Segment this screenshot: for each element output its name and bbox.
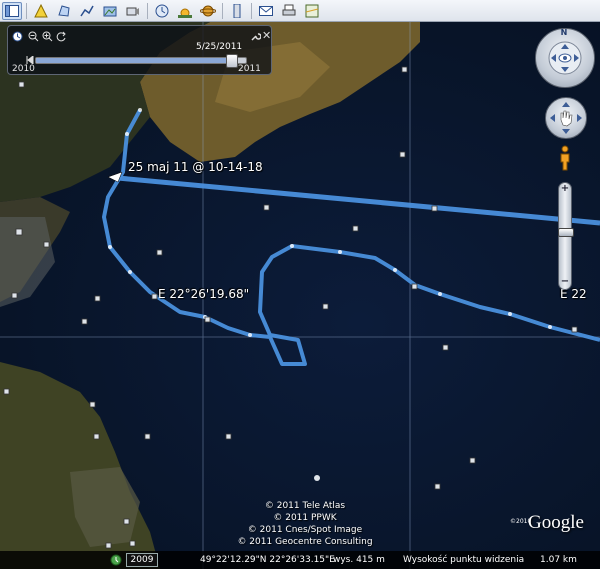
elevation-readout: wys. 415 m	[333, 555, 385, 565]
copyright-notice: © 2011 Tele Atlas © 2011 PPWK © 2011 Cne…	[230, 500, 380, 548]
look-around-control[interactable]: N	[535, 28, 595, 88]
gps-track	[102, 109, 600, 366]
zoom-out-time-icon[interactable]	[28, 31, 39, 42]
copyright-line: © 2011 Cnes/Spot Image	[247, 525, 363, 535]
end-year-label: 2011	[238, 64, 261, 74]
land-southwest	[0, 362, 160, 569]
track-line-straight	[117, 175, 600, 226]
ruler-icon[interactable]	[227, 2, 247, 20]
skip-back-icon[interactable]	[26, 56, 34, 64]
sunlight-icon[interactable]	[175, 2, 195, 20]
look-arrows-icon	[548, 41, 582, 75]
brand-name: Google	[528, 512, 584, 533]
loop-icon[interactable]	[56, 31, 67, 42]
zoom-slider[interactable]: + −	[558, 182, 574, 290]
pointer-coordinates: 49°22'12.29"N 22°26'33.15"E	[200, 555, 335, 565]
map-viewport[interactable]: 25 maj 11 @ 10-14-18 E 22°26'19.68" E 22…	[0, 22, 600, 569]
hand-pan-icon	[550, 102, 582, 134]
zoom-slider-thumb[interactable]	[558, 228, 574, 237]
record-tour-icon[interactable]	[123, 2, 143, 20]
toolbar-separator	[26, 2, 27, 19]
toolbar-separator	[147, 2, 148, 19]
status-bar: 2009 49°22'12.29"N 22°26'33.15"E wys. 41…	[0, 551, 600, 569]
view-in-maps-icon[interactable]	[302, 2, 322, 20]
zoom-in-button[interactable]: +	[560, 184, 570, 194]
add-image-overlay-icon[interactable]	[100, 2, 120, 20]
toolbar	[0, 0, 600, 22]
email-icon[interactable]	[256, 2, 276, 20]
longitude-marker-label[interactable]: E 22°26'19.68"	[158, 287, 249, 301]
add-polygon-icon[interactable]	[54, 2, 74, 20]
time-slider-track[interactable]	[35, 54, 247, 68]
switch-to-sky-icon[interactable]	[198, 2, 218, 20]
time-slider-panel: ✕ 5/25/2011 2010 2011	[7, 25, 272, 75]
water-marker	[314, 475, 320, 481]
imagery-date-icon[interactable]	[110, 554, 122, 566]
wrench-icon[interactable]	[250, 31, 261, 42]
eye-altitude-label: Wysokość punktu widzenia	[403, 555, 525, 565]
move-control[interactable]	[545, 97, 587, 139]
time-slider-fill	[36, 58, 231, 63]
time-slider-thumb[interactable]	[226, 54, 238, 68]
toolbar-separator	[251, 2, 252, 19]
sidebar-toggle-icon[interactable]	[2, 1, 22, 20]
copyright-line: © 2011 PPWK	[273, 513, 337, 523]
start-year-label: 2010	[12, 64, 35, 74]
add-path-icon[interactable]	[77, 2, 97, 20]
historical-imagery-icon[interactable]	[152, 2, 172, 20]
copyright-line: © 2011 Tele Atlas	[264, 501, 346, 511]
print-icon[interactable]	[279, 2, 299, 20]
street-view-pegman-icon[interactable]	[558, 145, 572, 171]
current-date-label: 5/25/2011	[196, 42, 243, 52]
eye-altitude-value: 1.07 km	[540, 555, 577, 565]
zoom-out-button[interactable]: −	[560, 277, 570, 287]
map-imagery	[0, 22, 600, 569]
imagery-year: 2009	[126, 553, 158, 567]
toolbar-separator	[222, 2, 223, 19]
copyright-line: © 2011 Geocentre Consulting	[237, 537, 373, 547]
clock-icon[interactable]	[12, 31, 23, 42]
zoom-in-time-icon[interactable]	[42, 31, 53, 42]
track-timestamp-label[interactable]: 25 maj 11 @ 10-14-18	[128, 160, 263, 174]
add-placemark-icon[interactable]	[31, 2, 51, 20]
close-icon[interactable]: ✕	[262, 29, 271, 42]
land-west-village	[0, 217, 55, 307]
